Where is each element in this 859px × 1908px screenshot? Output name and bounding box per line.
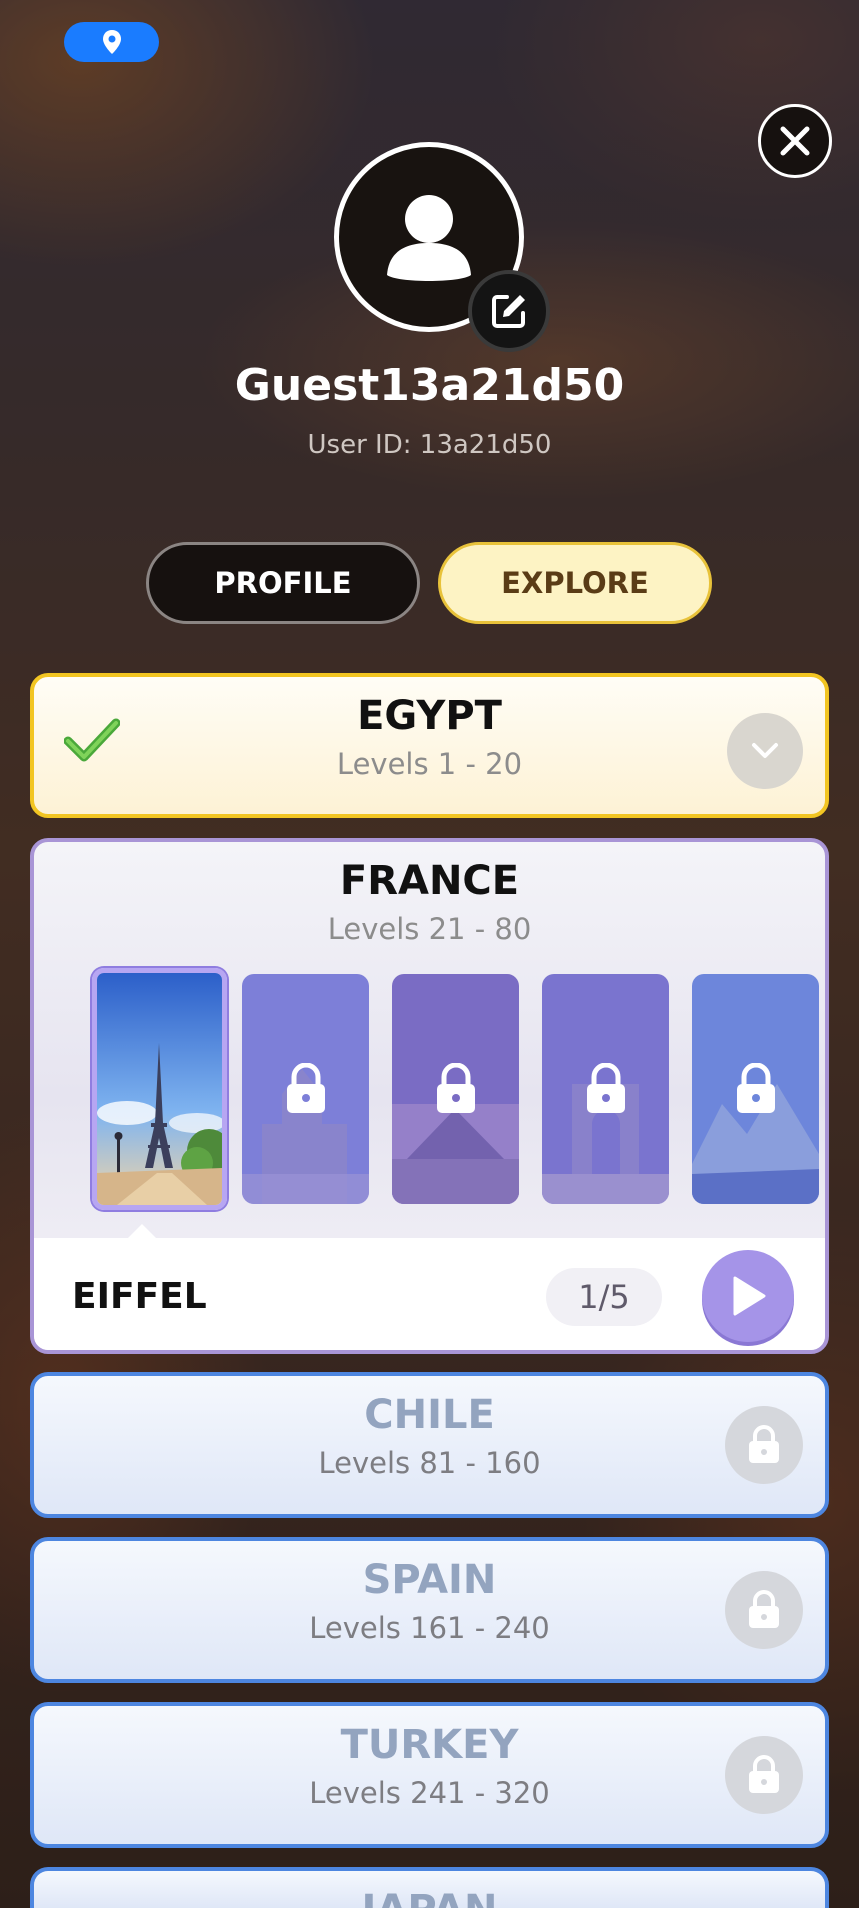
- scene-thumb-locked[interactable]: [242, 974, 369, 1204]
- scene-name: EIFFEL: [72, 1276, 207, 1317]
- scene-footer: EIFFEL 1/5: [34, 1238, 825, 1350]
- expand-button[interactable]: [727, 713, 803, 789]
- chevron-down-icon: [752, 743, 778, 758]
- scene-thumb-locked[interactable]: [692, 974, 819, 1204]
- destination-title: JAPAN: [34, 1887, 825, 1908]
- destination-title: CHILE: [364, 1392, 495, 1438]
- destination-levels: Levels 21 - 80: [327, 912, 532, 946]
- scene-thumb-locked[interactable]: [392, 974, 519, 1204]
- locked-indicator: [725, 1736, 803, 1814]
- locked-indicator: [725, 1571, 803, 1649]
- scene-progress: 1/5: [546, 1268, 662, 1326]
- locked-indicator: [725, 1406, 803, 1484]
- username: Guest13a21d50: [234, 360, 625, 411]
- lock-icon: [749, 1590, 779, 1628]
- destination-title: EGYPT: [357, 693, 502, 739]
- eiffel-tower-illustration: [97, 973, 222, 1205]
- destination-title: FRANCE: [339, 858, 520, 904]
- destination-levels: Levels 81 - 160: [318, 1446, 541, 1480]
- destination-card-turkey[interactable]: TURKEY Levels 241 - 320: [30, 1702, 829, 1848]
- destination-levels: Levels 1 - 20: [336, 747, 523, 781]
- destination-card-france[interactable]: FRANCE Levels 21 - 80 EIFFEL 1/5: [30, 838, 829, 1354]
- edit-avatar-button[interactable]: [468, 270, 550, 352]
- destination-title: SPAIN: [362, 1557, 497, 1603]
- close-button[interactable]: [758, 104, 832, 178]
- user-id: User ID: 13a21d50: [307, 430, 552, 460]
- scene-thumb-eiffel[interactable]: [92, 968, 227, 1210]
- destination-card-chile[interactable]: CHILE Levels 81 - 160: [30, 1372, 829, 1518]
- close-icon: [780, 126, 810, 156]
- destination-card-egypt[interactable]: EGYPT Levels 1 - 20: [30, 673, 829, 818]
- user-icon: [387, 195, 471, 281]
- destination-levels: Levels 241 - 320: [309, 1776, 550, 1810]
- lock-icon: [749, 1425, 779, 1463]
- destination-card-spain[interactable]: SPAIN Levels 161 - 240: [30, 1537, 829, 1683]
- location-pin-icon: [102, 30, 121, 54]
- lock-icon: [286, 1063, 325, 1113]
- lock-icon: [749, 1755, 779, 1793]
- location-button[interactable]: [64, 22, 159, 62]
- destination-levels: Levels 161 - 240: [309, 1611, 550, 1645]
- tab-explore[interactable]: EXPLORE: [438, 542, 712, 624]
- tab-profile[interactable]: PROFILE: [146, 542, 420, 624]
- lock-icon: [586, 1063, 625, 1113]
- edit-icon: [492, 295, 525, 328]
- play-icon: [733, 1276, 766, 1316]
- lock-icon: [436, 1063, 475, 1113]
- destination-card-japan[interactable]: JAPAN: [30, 1867, 829, 1908]
- play-button[interactable]: [702, 1250, 794, 1342]
- destination-title: TURKEY: [340, 1722, 519, 1768]
- lock-icon: [736, 1063, 775, 1113]
- scene-carousel: [64, 968, 819, 1214]
- scene-thumb-locked[interactable]: [542, 974, 669, 1204]
